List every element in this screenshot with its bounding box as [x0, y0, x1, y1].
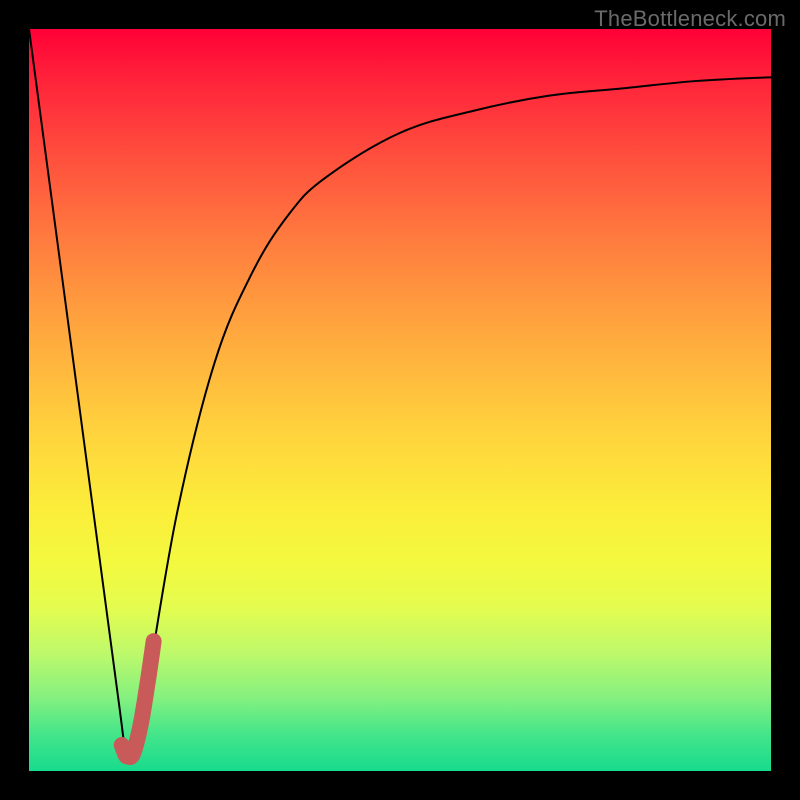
watermark-text: TheBottleneck.com [594, 6, 786, 32]
bottleneck-curve [29, 29, 771, 762]
plot-area [29, 29, 771, 771]
curve-layer [29, 29, 771, 771]
chart-frame: TheBottleneck.com [0, 0, 800, 800]
highlight-segment [122, 641, 154, 757]
